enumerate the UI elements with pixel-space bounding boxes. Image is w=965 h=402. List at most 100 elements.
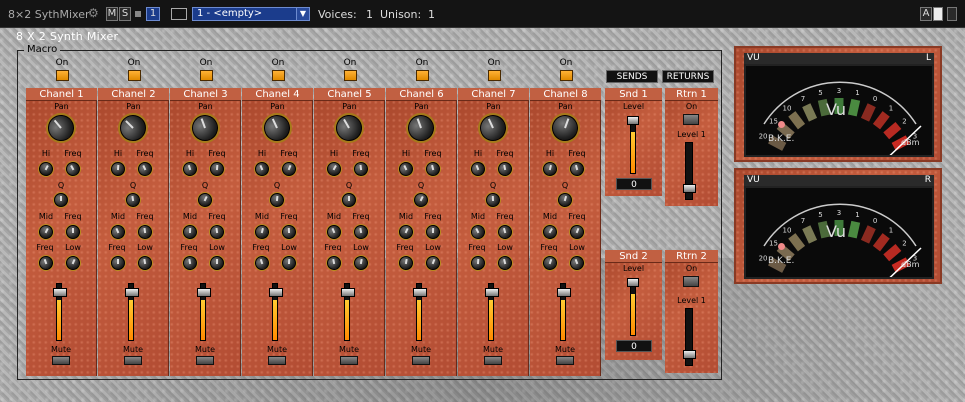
solo-mode-button[interactable]: S <box>119 7 131 21</box>
channel-6-low-gain-knob[interactable] <box>424 254 442 272</box>
channel-8-hi-freq-knob[interactable] <box>568 160 585 177</box>
edit-button[interactable] <box>933 7 943 21</box>
channel-7-hi-freq-knob[interactable] <box>497 161 514 178</box>
voices-value[interactable]: 1 <box>366 8 373 21</box>
channel-6-hi-freq-knob[interactable] <box>425 161 442 178</box>
channel-5-low-freq-knob[interactable] <box>326 255 342 271</box>
channel-6-on-button[interactable] <box>416 70 429 81</box>
return-1-on-button[interactable] <box>683 114 699 125</box>
channel-4-hi-freq-knob[interactable] <box>280 160 298 178</box>
channel-3-low-gain-knob[interactable] <box>210 256 224 270</box>
channel-2-low-freq-knob[interactable] <box>111 256 125 270</box>
channel-1-q-knob[interactable] <box>54 193 68 207</box>
gear-icon[interactable]: ⚙ <box>88 6 99 20</box>
chevron-down-icon[interactable]: ▼ <box>296 8 309 20</box>
channel-8-low-freq-knob[interactable] <box>541 254 559 272</box>
channel-2-low-gain-knob[interactable] <box>137 255 153 271</box>
channel-2-hi-freq-knob[interactable] <box>136 160 155 179</box>
channel-6-q-knob[interactable] <box>412 191 431 210</box>
return-2-fader-handle[interactable] <box>683 350 696 359</box>
channel-4-low-gain-knob[interactable] <box>282 256 297 271</box>
channel-3-on-button[interactable] <box>200 70 213 81</box>
channel-4-low-freq-knob[interactable] <box>253 254 271 272</box>
channel-3-q-knob[interactable] <box>196 191 215 210</box>
channel-7-hi-gain-knob[interactable] <box>469 160 487 178</box>
send-1-fader-handle[interactable] <box>627 116 639 125</box>
channel-4-hi-gain-knob[interactable] <box>253 160 271 178</box>
channel-8-q-knob[interactable] <box>556 191 573 208</box>
channel-2-hi-gain-knob[interactable] <box>110 161 125 176</box>
channel-3-mid-gain-knob[interactable] <box>183 225 198 240</box>
channel-1-low-gain-knob[interactable] <box>64 254 82 272</box>
unison-value[interactable]: 1 <box>428 8 435 21</box>
send-2-fader-handle[interactable] <box>627 278 639 287</box>
channel-2-q-knob[interactable] <box>125 192 141 208</box>
channel-1-mid-freq-knob[interactable] <box>66 225 80 239</box>
channel-5-fader-handle[interactable] <box>341 288 355 297</box>
channel-6-pan-knob[interactable] <box>404 111 437 144</box>
channel-5-mute-button[interactable] <box>340 356 358 365</box>
channel-7-mid-freq-knob[interactable] <box>496 223 513 240</box>
channel-7-mute-button[interactable] <box>484 356 502 365</box>
channel-8-pan-knob[interactable] <box>548 111 581 144</box>
channel-3-hi-gain-knob[interactable] <box>181 160 199 178</box>
channel-5-q-knob[interactable] <box>342 193 356 207</box>
channel-6-hi-gain-knob[interactable] <box>397 160 416 179</box>
channel-8-hi-gain-knob[interactable] <box>542 161 559 178</box>
channel-2-pan-knob[interactable] <box>115 110 152 147</box>
channel-8-on-button[interactable] <box>560 70 573 81</box>
channel-5-low-gain-knob[interactable] <box>353 255 369 271</box>
channel-8-mid-freq-knob[interactable] <box>568 223 586 241</box>
channel-3-hi-freq-knob[interactable] <box>209 161 224 176</box>
channel-7-mid-gain-knob[interactable] <box>469 223 488 242</box>
return-2-on-button[interactable] <box>683 276 699 287</box>
channel-7-low-gain-knob[interactable] <box>497 255 514 272</box>
program-number[interactable]: 1 <box>146 7 160 21</box>
send-1-value[interactable]: 0 <box>616 178 652 190</box>
channel-2-mid-freq-knob[interactable] <box>137 224 153 240</box>
channel-7-low-freq-knob[interactable] <box>470 255 485 270</box>
channel-6-fader-handle[interactable] <box>413 288 427 297</box>
return-1-fader-handle[interactable] <box>683 184 696 193</box>
channel-1-on-button[interactable] <box>56 70 69 81</box>
channel-4-pan-knob[interactable] <box>260 111 295 146</box>
channel-4-mute-button[interactable] <box>268 356 286 365</box>
channel-6-low-freq-knob[interactable] <box>398 255 414 271</box>
channel-1-hi-freq-knob[interactable] <box>63 159 82 178</box>
channel-8-mid-gain-knob[interactable] <box>540 222 559 241</box>
channel-5-hi-freq-knob[interactable] <box>353 161 369 177</box>
channel-2-fader-handle[interactable] <box>125 288 139 297</box>
channel-7-on-button[interactable] <box>488 70 501 81</box>
preset-browser-icon[interactable] <box>171 8 187 20</box>
channel-5-mid-gain-knob[interactable] <box>325 223 343 241</box>
channel-7-q-knob[interactable] <box>486 193 501 208</box>
channel-8-low-gain-knob[interactable] <box>568 254 586 272</box>
channel-1-mid-gain-knob[interactable] <box>37 223 56 242</box>
channel-4-on-button[interactable] <box>272 70 285 81</box>
stop-icon[interactable] <box>135 11 141 17</box>
send-2-value[interactable]: 0 <box>616 340 652 352</box>
channel-5-mid-freq-knob[interactable] <box>353 224 369 240</box>
channel-8-fader-handle[interactable] <box>557 288 571 297</box>
channel-2-mute-button[interactable] <box>124 356 142 365</box>
channel-4-fader-handle[interactable] <box>269 288 283 297</box>
channel-1-fader-handle[interactable] <box>53 288 67 297</box>
mute-mode-button[interactable]: M <box>106 7 118 21</box>
channel-7-fader-handle[interactable] <box>485 288 499 297</box>
automation-button[interactable]: A <box>920 7 932 21</box>
channel-3-low-freq-knob[interactable] <box>182 255 198 271</box>
channel-2-mid-gain-knob[interactable] <box>109 223 127 241</box>
channel-5-pan-knob[interactable] <box>331 110 367 146</box>
channel-6-mid-gain-knob[interactable] <box>397 223 416 242</box>
channel-6-mute-button[interactable] <box>412 356 430 365</box>
channel-7-pan-knob[interactable] <box>476 111 511 146</box>
channel-4-mid-gain-knob[interactable] <box>254 224 271 241</box>
channel-3-pan-knob[interactable] <box>188 111 221 144</box>
preset-select[interactable]: 1 - <empty> ▼ <box>192 7 310 21</box>
channel-4-mid-freq-knob[interactable] <box>282 225 297 240</box>
channel-3-fader-handle[interactable] <box>197 288 211 297</box>
window-menu-button[interactable] <box>947 7 957 21</box>
channel-1-mute-button[interactable] <box>52 356 70 365</box>
channel-5-hi-gain-knob[interactable] <box>324 159 343 178</box>
channel-6-mid-freq-knob[interactable] <box>426 225 440 239</box>
